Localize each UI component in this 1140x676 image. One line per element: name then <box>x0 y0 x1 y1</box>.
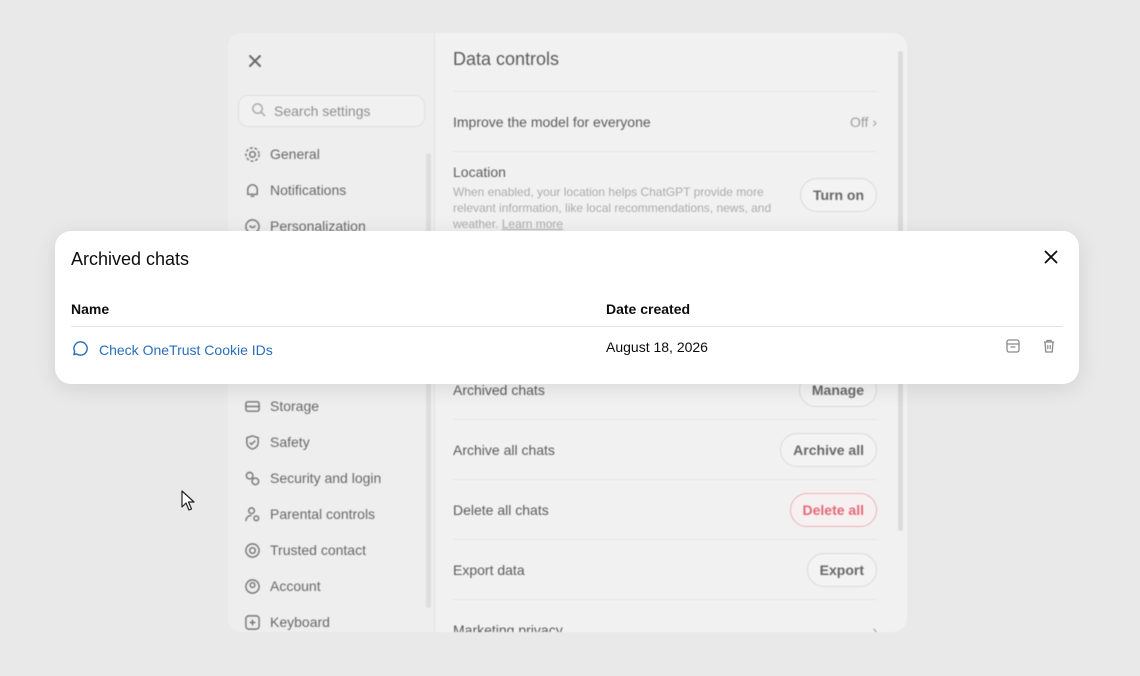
archived-chats-table: Name Date created Check OneTrust Cookie … <box>71 301 1063 367</box>
sidebar-item-notifications[interactable]: Notifications <box>244 172 424 208</box>
sidebar-item-label: Keyboard <box>270 614 330 630</box>
dialog-title: Archived chats <box>71 249 190 269</box>
marketing-privacy-row[interactable]: Marketing privacy › <box>453 599 877 632</box>
delete-all-row: Delete all chats Delete all <box>453 479 877 539</box>
location-label: Location <box>453 164 506 180</box>
location-turn-on-button[interactable]: Turn on <box>799 178 877 212</box>
export-button[interactable]: Export <box>806 552 877 587</box>
chat-date: August 18, 2026 <box>606 339 708 355</box>
sidebar-item-safety[interactable]: Safety <box>244 424 424 460</box>
gear-icon <box>244 146 261 163</box>
table-header: Name Date created <box>71 301 1063 327</box>
unarchive-icon[interactable] <box>1005 338 1021 354</box>
sidebar-item-label: Notifications <box>270 182 347 198</box>
sidebar-nav-top: General Notifications Personalization <box>244 136 424 244</box>
page-title: Data controls <box>453 49 560 69</box>
chevron-right-icon: › <box>872 621 877 633</box>
settings-close-icon[interactable] <box>246 52 264 70</box>
sidebar-item-parental-controls[interactable]: Parental controls <box>244 496 424 532</box>
search-input[interactable] <box>274 103 414 119</box>
close-icon <box>1044 250 1058 269</box>
table-row: Check OneTrust Cookie IDs August 18, 202… <box>71 327 1063 367</box>
parental-icon <box>244 506 261 523</box>
search-icon <box>251 102 266 120</box>
archived-chats-dialog: Archived chats Name Date created Check O… <box>55 231 1079 384</box>
sidebar-item-general[interactable]: General <box>244 136 424 172</box>
learn-more-link[interactable]: Learn more <box>502 217 563 231</box>
export-data-label: Export data <box>453 561 525 578</box>
chat-bubble-icon <box>71 339 90 361</box>
sidebar-item-label: Parental controls <box>270 506 376 522</box>
storage-icon <box>244 398 261 415</box>
sidebar-item-label: Safety <box>270 434 310 450</box>
key-icon <box>244 470 261 487</box>
location-row: Location When enabled, your location hel… <box>453 151 877 231</box>
archived-chat-link[interactable]: Check OneTrust Cookie IDs <box>71 339 273 361</box>
improve-model-row[interactable]: Improve the model for everyone Off › <box>453 91 877 151</box>
chat-name: Check OneTrust Cookie IDs <box>99 342 273 358</box>
sidebar-item-security[interactable]: Security and login <box>244 460 424 496</box>
sidebar-item-label: Storage <box>270 398 320 414</box>
column-header-date: Date created <box>606 301 691 317</box>
sidebar-item-label: Trusted contact <box>270 542 366 558</box>
archive-all-row: Archive all chats Archive all <box>453 419 877 479</box>
delete-all-label: Delete all chats <box>453 501 549 518</box>
sidebar-item-account[interactable]: Account <box>244 568 424 604</box>
delete-all-button[interactable]: Delete all <box>789 492 877 527</box>
search-settings-field[interactable] <box>238 95 425 127</box>
account-icon <box>244 578 261 595</box>
sidebar-item-trusted-contact[interactable]: Trusted contact <box>244 532 424 568</box>
keyboard-icon <box>244 614 261 631</box>
row-actions <box>1005 338 1057 354</box>
sidebar-item-storage[interactable]: Storage <box>244 388 424 424</box>
archive-all-label: Archive all chats <box>453 441 555 458</box>
sidebar-item-label: Account <box>270 578 321 594</box>
sidebar-nav-bottom: Storage Safety Security and login Parent… <box>244 388 424 632</box>
sidebar-item-label: Security and login <box>270 470 382 486</box>
sidebar-item-label: General <box>270 146 320 162</box>
close-dialog-button[interactable] <box>1041 249 1061 269</box>
column-header-name: Name <box>71 301 110 317</box>
mouse-cursor-icon <box>181 490 195 512</box>
sidebar-item-keyboard[interactable]: Keyboard <box>244 604 424 632</box>
export-data-row: Export data Export <box>453 539 877 599</box>
trash-icon[interactable] <box>1041 338 1057 354</box>
improve-model-value[interactable]: Off › <box>850 114 877 130</box>
bell-icon <box>244 182 261 199</box>
location-description: When enabled, your location helps ChatGP… <box>453 185 772 231</box>
marketing-privacy-label: Marketing privacy <box>453 621 563 633</box>
archive-all-button[interactable]: Archive all <box>780 432 877 467</box>
lifebuoy-icon <box>244 542 261 559</box>
improve-model-label: Improve the model for everyone <box>453 113 651 130</box>
shield-icon <box>244 434 261 451</box>
